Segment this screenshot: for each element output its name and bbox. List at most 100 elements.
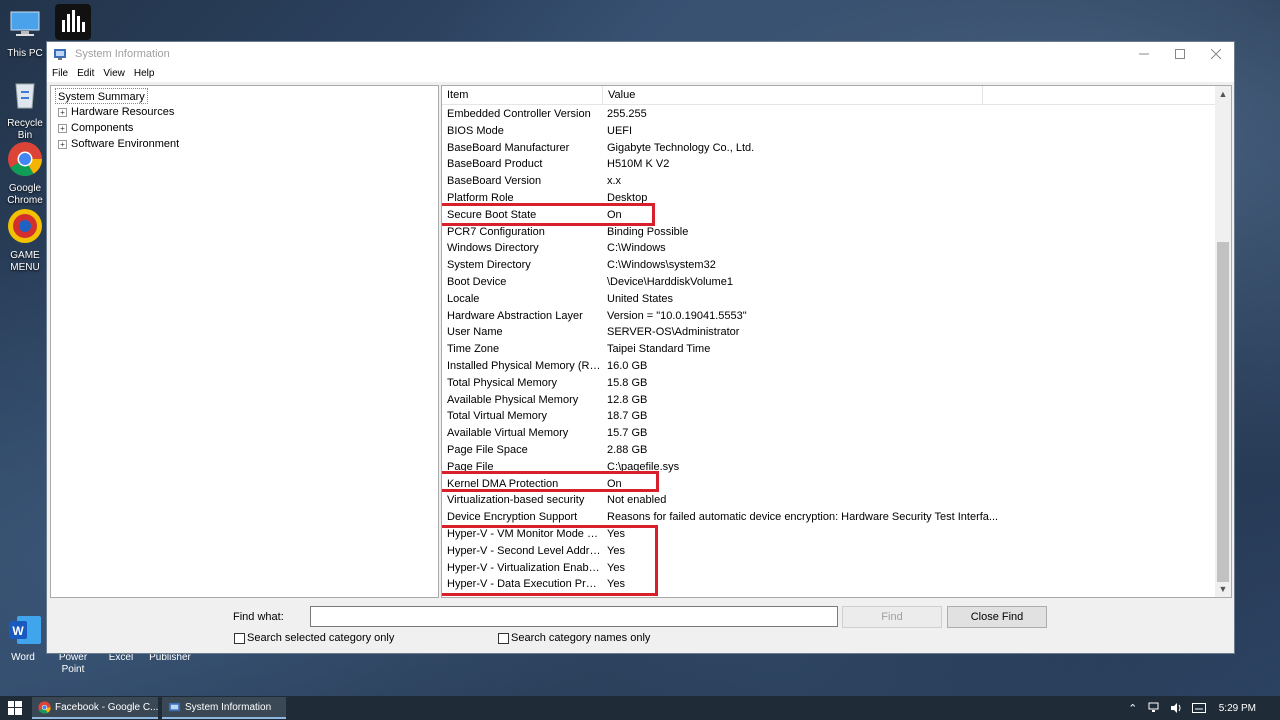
- table-row[interactable]: User Name SERVER-OS\Administrator: [442, 324, 1217, 341]
- taskbar-chrome-button[interactable]: Facebook - Google C...: [32, 697, 158, 719]
- expand-icon[interactable]: +: [58, 107, 67, 117]
- audio-app-icon[interactable]: [50, 4, 96, 46]
- table-row[interactable]: Locale United States: [442, 291, 1217, 308]
- title-bar[interactable]: System Information: [47, 42, 1234, 65]
- network-icon[interactable]: [1147, 700, 1163, 716]
- table-row[interactable]: System Directory C:\Windows\system32: [442, 257, 1217, 274]
- list-rows: Embedded Controller Version 255.255 BIOS M…: [442, 106, 1217, 593]
- row-item: Available Virtual Memory: [447, 427, 569, 440]
- checkbox-icon[interactable]: [234, 632, 245, 644]
- search-category-names-checkbox[interactable]: Search category names only: [498, 632, 650, 644]
- find-input[interactable]: [310, 606, 838, 627]
- start-button[interactable]: [0, 696, 30, 720]
- menu-view[interactable]: View: [103, 68, 125, 79]
- table-row[interactable]: Hardware Abstraction Layer Version = "10.…: [442, 308, 1217, 325]
- row-value: H510M K V2: [607, 158, 670, 171]
- close-find-button[interactable]: Close Find: [947, 606, 1047, 628]
- menu-help[interactable]: Help: [134, 68, 155, 79]
- tree-item-system-summary[interactable]: System Summary: [55, 88, 148, 104]
- chrome-icon: [8, 142, 42, 176]
- table-row[interactable]: Available Physical Memory 12.8 GB: [442, 392, 1217, 409]
- row-item: Device Encryption Support: [447, 511, 578, 524]
- scroll-down-icon[interactable]: ▼: [1215, 581, 1231, 597]
- row-value: 12.8 GB: [607, 393, 648, 406]
- row-value: Yes: [607, 578, 625, 591]
- table-row[interactable]: Device Encryption Support Reasons for fai…: [442, 509, 1217, 526]
- tree-item-software-environment[interactable]: + Software Environment: [58, 136, 438, 152]
- row-item: Installed Physical Memory (RAM): [447, 359, 602, 372]
- row-item: Total Virtual Memory: [447, 410, 548, 423]
- chevron-up-icon[interactable]: ⌃: [1125, 700, 1141, 716]
- table-row[interactable]: BIOS Mode UEFI: [442, 123, 1217, 140]
- find-button[interactable]: Find: [842, 606, 942, 628]
- column-header-value[interactable]: Value: [603, 86, 983, 105]
- row-value: C:\Windows\system32: [607, 259, 716, 272]
- menu-file[interactable]: File: [52, 68, 68, 79]
- table-row[interactable]: Total Virtual Memory 18.7 GB: [442, 408, 1217, 425]
- tree-item-label: Hardware Resources: [71, 106, 175, 118]
- vertical-scrollbar[interactable]: ▲ ▼: [1215, 86, 1231, 597]
- row-item: Total Physical Memory: [447, 376, 558, 389]
- table-row[interactable]: BaseBoard Manufacturer Gigabyte Technolog…: [442, 140, 1217, 157]
- this-pc-label: This PC: [7, 48, 43, 59]
- game-menu-icon: [8, 209, 42, 243]
- checkbox-label: Search selected category only: [247, 632, 395, 644]
- row-item: Page File Space: [447, 443, 528, 456]
- row-value: 255.255: [607, 108, 647, 120]
- table-row[interactable]: Total Physical Memory 15.8 GB: [442, 375, 1217, 392]
- expand-icon[interactable]: +: [58, 139, 67, 149]
- speaker-icon: [1170, 703, 1181, 713]
- checkbox-icon[interactable]: [498, 632, 509, 644]
- chrome-shortcut[interactable]: Google Chrome: [2, 141, 48, 207]
- chrome-icon: [38, 700, 51, 714]
- row-item: Locale: [447, 292, 480, 305]
- scroll-thumb[interactable]: [1217, 242, 1229, 582]
- close-button[interactable]: [1198, 42, 1234, 65]
- table-row[interactable]: Boot Device \Device\HarddiskVolume1: [442, 274, 1217, 291]
- row-value: UEFI: [607, 124, 633, 137]
- maximize-button[interactable]: [1162, 42, 1198, 65]
- network-glyph-icon: [1148, 702, 1159, 712]
- table-row[interactable]: Page File Space 2.88 GB: [442, 442, 1217, 459]
- word-label: Word: [11, 652, 35, 663]
- row-value: C:\pagefile.sys: [607, 460, 680, 473]
- row-value: On: [607, 208, 622, 221]
- recycle-bin-icon[interactable]: Recycle Bin: [2, 76, 48, 142]
- table-row[interactable]: Installed Physical Memory (RAM) 16.0 GB: [442, 358, 1217, 375]
- taskbar-chrome-label: Facebook - Google C...: [55, 701, 158, 713]
- table-row[interactable]: PCR7 Configuration Binding Possible: [442, 224, 1217, 241]
- row-value: x.x: [607, 175, 622, 188]
- table-row[interactable]: Windows Directory C:\Windows: [442, 240, 1217, 257]
- table-row[interactable]: Time Zone Taipei Standard Time: [442, 341, 1217, 358]
- word-shortcut[interactable]: W: [2, 612, 48, 654]
- game-menu-shortcut[interactable]: GAME MENU: [2, 208, 48, 274]
- menu-edit[interactable]: Edit: [77, 68, 94, 79]
- details-list[interactable]: Item Value Embedded Controller Version 25…: [441, 85, 1232, 598]
- table-row[interactable]: BaseBoard Product H510M K V2: [442, 156, 1217, 173]
- row-value: 15.7 GB: [607, 427, 648, 440]
- taskbar-system-information-button[interactable]: System Information: [162, 697, 286, 719]
- category-tree[interactable]: System Summary + Hardware Resources + Co…: [50, 85, 439, 598]
- row-item: Available Physical Memory: [447, 393, 579, 406]
- system-information-window: System Information File Edit View Help S…: [46, 41, 1235, 654]
- tree-item-label: Components: [71, 122, 134, 134]
- volume-icon[interactable]: [1169, 700, 1185, 716]
- scroll-up-icon[interactable]: ▲: [1215, 86, 1231, 102]
- table-row[interactable]: Virtualization-based security Not enabled: [442, 492, 1217, 509]
- row-item: Embedded Controller Version: [447, 108, 591, 120]
- window-content: System Summary + Hardware Resources + Co…: [47, 82, 1234, 653]
- tree-item-components[interactable]: + Components: [58, 120, 438, 136]
- keyboard-icon[interactable]: [1191, 700, 1207, 716]
- minimize-button[interactable]: [1126, 42, 1162, 65]
- this-pc-icon[interactable]: This PC: [2, 6, 48, 60]
- table-row[interactable]: Embedded Controller Version 255.255: [442, 106, 1217, 123]
- row-value: 15.8 GB: [607, 376, 648, 389]
- table-row[interactable]: Available Virtual Memory 15.7 GB: [442, 425, 1217, 442]
- expand-icon[interactable]: +: [58, 123, 67, 133]
- row-value: Desktop: [607, 191, 648, 204]
- clock[interactable]: 5:29 PM: [1219, 703, 1256, 714]
- table-row[interactable]: BaseBoard Version x.x: [442, 173, 1217, 190]
- column-header-item[interactable]: Item: [442, 86, 603, 105]
- search-selected-category-checkbox[interactable]: Search selected category only: [234, 632, 394, 644]
- tree-item-hardware-resources[interactable]: + Hardware Resources: [58, 104, 438, 120]
